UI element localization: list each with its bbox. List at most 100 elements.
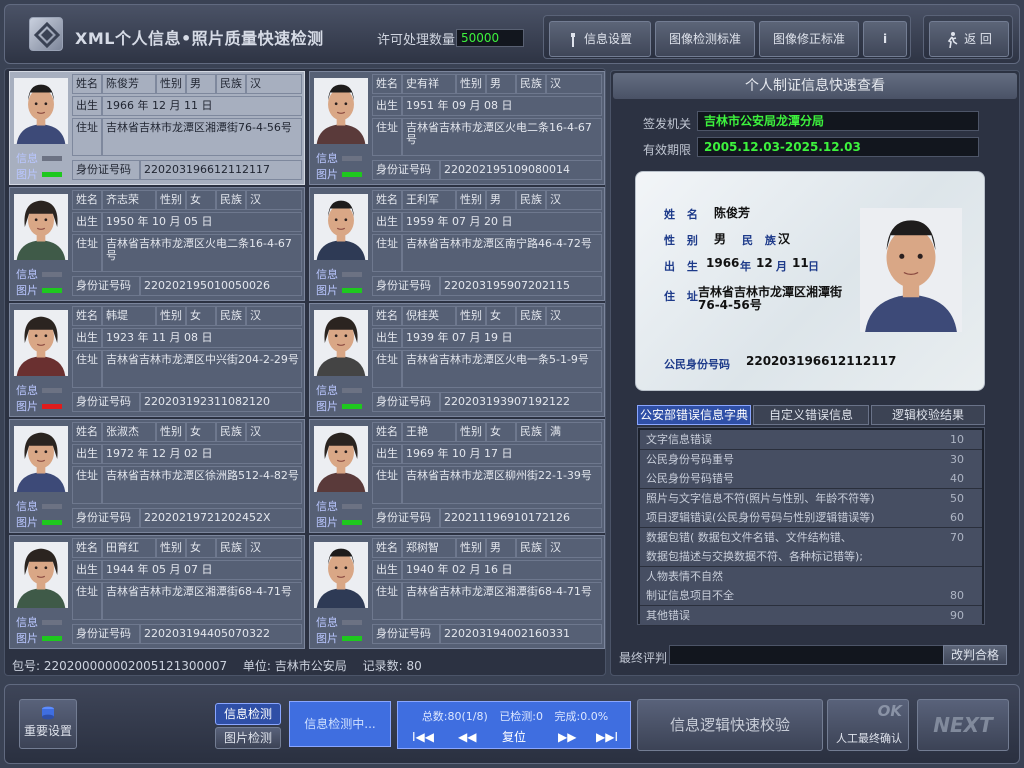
- record-card[interactable]: 信息 图片 姓名 史有祥 性别 男 民族 汉 出生 1951 年 09 月 08…: [309, 71, 605, 185]
- error-code: 70: [950, 530, 964, 544]
- info-flag-label: 信息: [316, 152, 338, 165]
- address-label: 住址: [72, 582, 102, 620]
- error-code-row[interactable]: 数据包描述与交换数据不符、各种标记错等);: [640, 547, 982, 567]
- address-label: 住址: [72, 234, 102, 272]
- navigation-panel: 总数:80(1/8) 已检测:0 完成:0.0% I◀◀ ◀◀ 复位 ▶▶ ▶▶…: [397, 701, 631, 749]
- mark-pass-button[interactable]: 改判合格: [943, 645, 1007, 665]
- birth-label: 出生: [372, 328, 402, 348]
- gender-label: 性别: [456, 190, 486, 210]
- manual-confirm-button[interactable]: OK 人工最终确认: [827, 699, 909, 751]
- ethnicity-value: 汉: [246, 74, 302, 94]
- record-card[interactable]: 信息 图片 姓名 王利军 性别 男 民族 汉 出生 1959 年 07 月 20…: [309, 187, 605, 301]
- address-value: 吉林省吉林市龙潭区湘潭街68-4-71号: [402, 582, 602, 620]
- info-flag-label: 信息: [316, 500, 338, 513]
- birth-label: 出生: [372, 96, 402, 116]
- name-label: 姓名: [72, 74, 102, 94]
- error-code-row[interactable]: 其他错误 90: [640, 605, 982, 626]
- record-card[interactable]: 信息 图片 姓名 齐志荣 性别 女 民族 汉 出生 1950 年 10 月 05…: [9, 187, 305, 301]
- info-flag-indicator: [342, 504, 362, 509]
- id-label: 身份证号码: [372, 624, 440, 644]
- tab-custom-errors[interactable]: 自定义错误信息: [753, 405, 869, 425]
- error-code: 40: [950, 472, 964, 485]
- ethnicity-label: 民族: [216, 422, 246, 442]
- correction-standard-button[interactable]: 图像修正标准: [759, 21, 859, 57]
- ethnicity-value: 汉: [546, 306, 602, 326]
- error-code-row[interactable]: 照片与文字信息不符(照片与性别、年龄不符等) 50: [640, 488, 982, 509]
- first-page-button[interactable]: I◀◀: [412, 728, 434, 746]
- ethnicity-label: 民族: [216, 74, 246, 94]
- info-flag-indicator: [42, 272, 62, 277]
- error-code-row[interactable]: 制证信息项目不全 80: [640, 586, 982, 606]
- wrench-icon: [570, 32, 575, 47]
- record-card[interactable]: 信息 图片 姓名 张淑杰 性别 女 民族 汉 出生 1972 年 12 月 02…: [9, 419, 305, 533]
- birth-value: 1939 年 07 月 19 日: [402, 328, 602, 348]
- birth-label: 出生: [372, 444, 402, 464]
- name-label: 姓名: [372, 538, 402, 558]
- address-value: 吉林省吉林市龙潭区徐洲路512-4-82号: [102, 466, 302, 504]
- ethnicity-label: 民族: [516, 190, 546, 210]
- next-button[interactable]: NEXT: [917, 699, 1009, 751]
- logic-check-button[interactable]: 信息逻辑快速校验: [637, 699, 823, 751]
- last-page-button[interactable]: ▶▶I: [596, 728, 618, 746]
- manual-confirm-label: 人工最终确认: [836, 732, 902, 745]
- record-card[interactable]: 信息 图片 姓名 郑树智 性别 男 民族 汉 出生 1940 年 02 月 16…: [309, 535, 605, 649]
- record-card[interactable]: 信息 图片 姓名 陈俊芳 性别 男 民族 汉 出生 1966 年 12 月 11…: [9, 71, 305, 185]
- error-code: 90: [950, 608, 964, 622]
- total-count: 总数:80(1/8): [421, 710, 488, 723]
- name-label: 姓名: [72, 538, 102, 558]
- photo-flag-label: 图片: [316, 284, 338, 297]
- record-fields: 姓名 韩堤 性别 女 民族 汉 出生 1923 年 11 月 08 日 住址 吉…: [72, 306, 302, 414]
- tab-mps-dictionary[interactable]: 公安部错误信息字典: [637, 405, 751, 425]
- info-button[interactable]: i: [863, 21, 907, 57]
- final-eval-field[interactable]: [669, 645, 945, 665]
- record-fields: 姓名 齐志荣 性别 女 民族 汉 出生 1950 年 10 月 05 日 住址 …: [72, 190, 302, 298]
- id-label: 身份证号码: [72, 160, 140, 180]
- gender-label: 性别: [456, 422, 486, 442]
- important-settings-button[interactable]: 重要设置: [19, 699, 77, 749]
- record-fields: 姓名 陈俊芳 性别 男 民族 汉 出生 1966 年 12 月 11 日 住址 …: [72, 74, 302, 182]
- ethnicity-value: 汉: [246, 306, 302, 326]
- back-button[interactable]: 返 回: [929, 21, 1009, 57]
- id-label: 身份证号码: [372, 392, 440, 412]
- error-label: 数据包描述与交换数据不符、各种标记错等);: [646, 550, 863, 563]
- record-card[interactable]: 信息 图片 姓名 倪桂英 性别 女 民族 汉 出生 1939 年 07 月 19…: [309, 303, 605, 417]
- mode-info-check-button[interactable]: 信息检测: [215, 703, 281, 725]
- record-fields: 姓名 倪桂英 性别 女 民族 汉 出生 1939 年 07 月 19 日 住址 …: [372, 306, 602, 414]
- record-card[interactable]: 信息 图片 姓名 田育红 性别 女 民族 汉 出生 1944 年 05 月 07…: [9, 535, 305, 649]
- record-fields: 姓名 王艳 性别 女 民族 满 出生 1969 年 10 月 17 日 住址 吉…: [372, 422, 602, 530]
- tab-logic-results[interactable]: 逻辑校验结果: [871, 405, 985, 425]
- ethnicity-value: 汉: [246, 538, 302, 558]
- record-card[interactable]: 信息 图片 姓名 韩堤 性别 女 民族 汉 出生 1923 年 11 月 08 …: [9, 303, 305, 417]
- error-code-row[interactable]: 项目逻辑错误(公民身份号码与性别逻辑错误等) 60: [640, 508, 982, 528]
- gender-label: 性别: [456, 538, 486, 558]
- info-flag-label: 信息: [316, 268, 338, 281]
- card-id-label: 公民身份号码: [664, 358, 730, 371]
- next-page-button[interactable]: ▶▶: [558, 728, 576, 746]
- gender-value: 女: [486, 306, 516, 326]
- record-fields: 姓名 田育红 性别 女 民族 汉 出生 1944 年 05 月 07 日 住址 …: [72, 538, 302, 646]
- error-code-row[interactable]: 数据包错( 数据包文件名错、文件结构错、 70: [640, 527, 982, 548]
- error-code-row[interactable]: 公民身份号码错号 40: [640, 469, 982, 489]
- reset-button[interactable]: 复位: [502, 728, 526, 746]
- info-settings-button[interactable]: 信息设置: [549, 21, 651, 57]
- gender-value: 女: [186, 306, 216, 326]
- id-label: 身份证号码: [372, 160, 440, 180]
- mode-photo-check-button[interactable]: 图片检测: [215, 727, 281, 749]
- validity-value: 2005.12.03-2025.12.03: [697, 137, 979, 157]
- address-label: 住址: [372, 234, 402, 272]
- bottom-toolbar: 重要设置 信息检测 图片检测 信息检测中... 总数:80(1/8) 已检测:0…: [4, 684, 1020, 764]
- info-flag-indicator: [342, 388, 362, 393]
- error-code-row[interactable]: 公民身份号码重号 30: [640, 449, 982, 470]
- info-flag-indicator: [342, 620, 362, 625]
- card-name-label: 姓 名: [664, 208, 702, 221]
- error-code-row[interactable]: 文字信息错误 10: [640, 430, 982, 450]
- error-label: 照片与文字信息不符(照片与性别、年龄不符等): [646, 491, 875, 505]
- birth-label: 出生: [372, 212, 402, 232]
- record-card[interactable]: 信息 图片 姓名 王艳 性别 女 民族 满 出生 1969 年 10 月 17 …: [309, 419, 605, 533]
- image-standard-button[interactable]: 图像检测标准: [655, 21, 755, 57]
- id-value: 220203194002160331: [440, 624, 602, 644]
- prev-page-button[interactable]: ◀◀: [458, 728, 476, 746]
- error-code-row[interactable]: 人物表情不自然: [640, 566, 982, 587]
- ethnicity-label: 民族: [516, 306, 546, 326]
- id-value: 220202195010050026: [140, 276, 302, 296]
